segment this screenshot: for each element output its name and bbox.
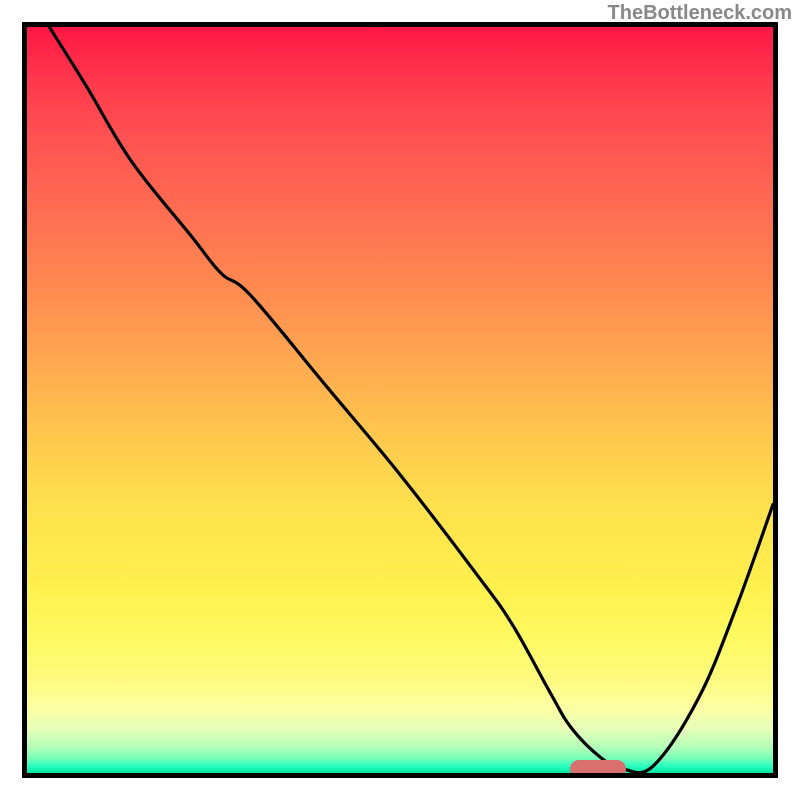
bottleneck-curve xyxy=(49,27,773,773)
chart-container: TheBottleneck.com xyxy=(0,0,800,800)
curve-svg xyxy=(27,27,773,773)
watermark-text: TheBottleneck.com xyxy=(608,2,792,25)
optimal-point-marker xyxy=(570,760,626,778)
plot-frame xyxy=(22,22,778,778)
